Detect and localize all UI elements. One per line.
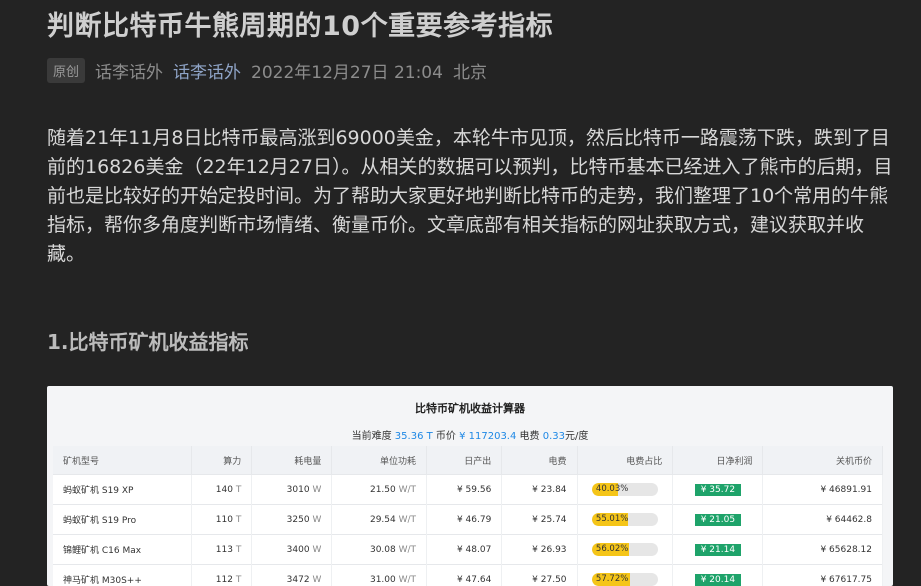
output-cell: ¥ 59.56 [427, 475, 502, 505]
column-header: 耗电量 [252, 446, 332, 475]
price-value: ¥ 117203.4 [459, 431, 516, 442]
power-cell: 3400 W [252, 535, 332, 565]
original-badge: 原创 [47, 58, 85, 83]
profit-badge: ¥ 21.05 [695, 514, 741, 526]
column-header: 电费 [502, 446, 577, 475]
column-header: 电费占比 [577, 446, 673, 475]
profit-badge: ¥ 35.72 [695, 484, 741, 496]
price-label: 币价 [436, 431, 456, 442]
column-header: 矿机型号 [53, 446, 191, 475]
power-cell: 3472 W [252, 565, 332, 586]
hashrate-cell: 140 T [191, 475, 251, 505]
column-header: 日净利润 [673, 446, 763, 475]
output-cell: ¥ 46.79 [427, 505, 502, 535]
ratio-cell: 56.02% [577, 535, 673, 565]
calculator-title: 比特币矿机收益计算器 [47, 400, 893, 416]
cost-cell: ¥ 26.93 [502, 535, 577, 565]
efficiency-cell: 31.00 W/T [332, 565, 427, 586]
ratio-bar: 55.01% [592, 513, 658, 526]
article-meta: 原创 话李话外 话李话外 2022年12月27日 21:04 北京 [47, 57, 487, 83]
article-title: 判断比特币牛熊周期的10个重要参考指标 [47, 4, 553, 43]
hashrate-cell: 110 T [191, 505, 251, 535]
section-heading: 1.比特币矿机收益指标 [47, 326, 249, 355]
ratio-cell: 57.72% [577, 565, 673, 586]
hashrate-cell: 113 T [191, 535, 251, 565]
power-unit: 元/度 [565, 431, 588, 442]
output-cell: ¥ 47.64 [427, 565, 502, 586]
table-row: 锦鲤矿机 C16 Max 113 T 3400 W 30.08 W/T ¥ 48… [53, 535, 883, 565]
column-header: 日产出 [427, 446, 502, 475]
cost-cell: ¥ 25.74 [502, 505, 577, 535]
power-cell: 3250 W [252, 505, 332, 535]
efficiency-cell: 30.08 W/T [332, 535, 427, 565]
ratio-bar: 56.02% [592, 543, 658, 556]
power-price-value: 0.33 [543, 431, 565, 442]
shutdown-price-cell: ¥ 46891.91 [763, 475, 883, 505]
calculator-image: 比特币矿机收益计算器 当前难度 35.36 T 币价 ¥ 117203.4 电费… [47, 386, 893, 586]
difficulty-label: 当前难度 [352, 431, 392, 442]
power-cell: 3010 W [252, 475, 332, 505]
miner-model: 蚂蚁矿机 S19 XP [53, 475, 191, 505]
profit-cell: ¥ 21.05 [673, 505, 763, 535]
ratio-cell: 55.01% [577, 505, 673, 535]
account-link[interactable]: 话李话外 [173, 58, 241, 83]
miner-table: 矿机型号 算力 耗电量 单位功耗 日产出 电费 电费占比 日净利润 关机币价 蚂… [53, 446, 883, 586]
profit-cell: ¥ 20.14 [673, 565, 763, 586]
shutdown-price-cell: ¥ 67617.75 [763, 565, 883, 586]
publish-datetime: 2022年12月27日 21:04 [251, 58, 443, 83]
shutdown-price-cell: ¥ 65628.12 [763, 535, 883, 565]
shutdown-price-cell: ¥ 64462.8 [763, 505, 883, 535]
table-row: 神马矿机 M30S++ 112 T 3472 W 31.00 W/T ¥ 47.… [53, 565, 883, 586]
output-cell: ¥ 48.07 [427, 535, 502, 565]
profit-badge: ¥ 20.14 [695, 574, 741, 586]
table-header-row: 矿机型号 算力 耗电量 单位功耗 日产出 电费 电费占比 日净利润 关机币价 [53, 446, 883, 475]
efficiency-cell: 29.54 W/T [332, 505, 427, 535]
profit-cell: ¥ 35.72 [673, 475, 763, 505]
miner-model: 神马矿机 M30S++ [53, 565, 191, 586]
profit-cell: ¥ 21.14 [673, 535, 763, 565]
cost-cell: ¥ 27.50 [502, 565, 577, 586]
difficulty-value: 35.36 T [395, 431, 433, 442]
ratio-bar: 40.03% [592, 483, 658, 496]
hashrate-cell: 112 T [191, 565, 251, 586]
efficiency-cell: 21.50 W/T [332, 475, 427, 505]
table-row: 蚂蚁矿机 S19 Pro 110 T 3250 W 29.54 W/T ¥ 46… [53, 505, 883, 535]
article-paragraph: 随着21年11月8日比特币最高涨到69000美金，本轮牛市见顶，然后比特币一路震… [47, 124, 897, 269]
column-header: 单位功耗 [332, 446, 427, 475]
author-name: 话李话外 [95, 58, 163, 83]
profit-badge: ¥ 21.14 [695, 544, 741, 556]
miner-model: 锦鲤矿机 C16 Max [53, 535, 191, 565]
power-label: 电费 [520, 431, 540, 442]
column-header: 关机币价 [763, 446, 883, 475]
publish-location: 北京 [453, 58, 487, 83]
cost-cell: ¥ 23.84 [502, 475, 577, 505]
calculator-params: 当前难度 35.36 T 币价 ¥ 117203.4 电费 0.33元/度 [47, 427, 893, 442]
ratio-bar: 57.72% [592, 573, 658, 586]
column-header: 算力 [191, 446, 251, 475]
ratio-cell: 40.03% [577, 475, 673, 505]
table-row: 蚂蚁矿机 S19 XP 140 T 3010 W 21.50 W/T ¥ 59.… [53, 475, 883, 505]
miner-model: 蚂蚁矿机 S19 Pro [53, 505, 191, 535]
